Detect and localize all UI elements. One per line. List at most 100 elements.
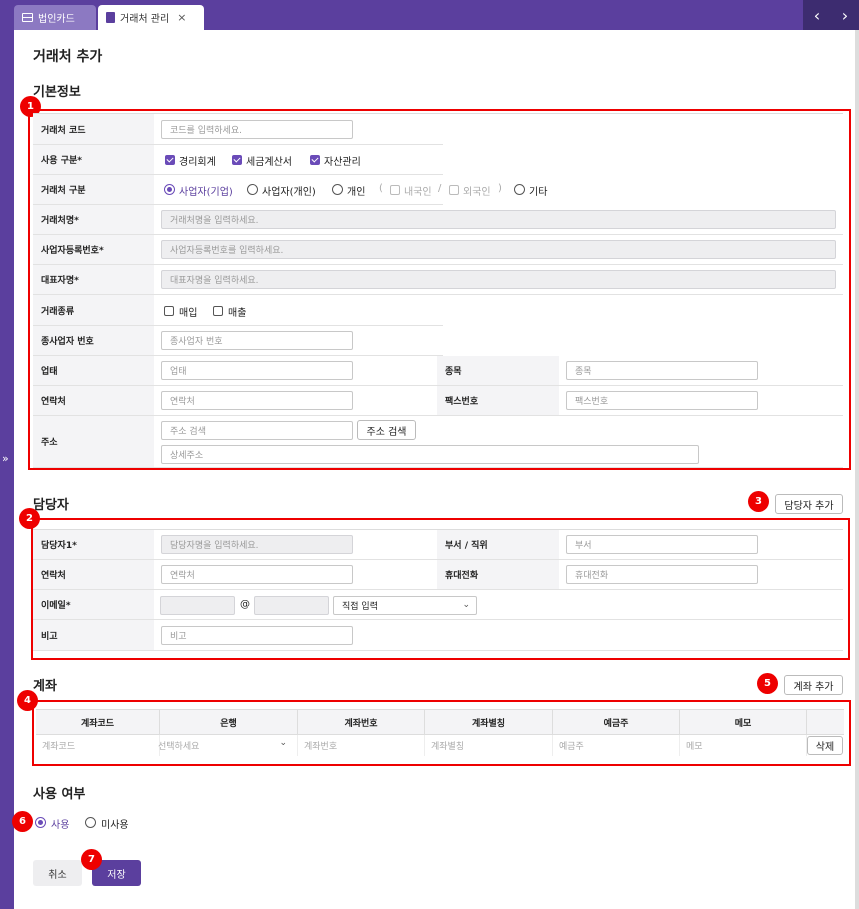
form-row-biztype: 업태 업태 종목 종목	[33, 356, 843, 386]
address-search-input[interactable]: 주소 검색	[161, 421, 353, 440]
type-individual-biz-radio[interactable]	[247, 184, 258, 195]
expand-sidebar-icon[interactable]: »	[2, 452, 9, 465]
account-memo-input[interactable]: 메모	[680, 735, 807, 756]
account-header-bank: 은행	[160, 710, 298, 735]
section-title-account: 계좌	[33, 679, 57, 694]
manager-name-label: 담당자1*	[33, 530, 154, 559]
manager-name-input[interactable]: 담당자명을 입력하세요.	[161, 535, 353, 554]
address-label: 주소	[33, 416, 154, 467]
account-alias-input[interactable]: 계좌별칭	[425, 735, 553, 756]
step-badge-5: 5	[757, 673, 778, 694]
manager-form: 담당자1* 담당자명을 입력하세요. 부서 / 직위 부서 연락처 연락처 휴대…	[33, 529, 843, 651]
account-header-code: 계좌코드	[36, 710, 160, 735]
form-row-subbiz: 종사업자 번호 종사업자 번호	[33, 326, 443, 356]
account-holder-input[interactable]: 예금주	[553, 735, 680, 756]
chevron-right-icon: ›	[841, 5, 849, 25]
type-foreign-checkbox[interactable]	[449, 185, 459, 195]
type-option-label: 내국인	[404, 187, 432, 198]
form-row-trade: 거래종류 매입 매출	[33, 295, 443, 326]
fax-input[interactable]: 팩스번호	[566, 391, 758, 410]
type-option-label: 사업자(기업)	[179, 187, 233, 198]
address-detail-input[interactable]: 상세주소	[161, 445, 699, 464]
form-row-manager-name: 담당자1* 담당자명을 입력하세요. 부서 / 직위 부서	[33, 530, 843, 560]
form-row-code: 거래처 코드 코드를 입력하세요.	[33, 114, 443, 145]
bank-select[interactable]: 선택하세요 ⌄	[158, 735, 298, 756]
bizno-input[interactable]: 사업자등록번호를 입력하세요.	[161, 240, 836, 259]
trade-purchase-checkbox[interactable]	[164, 306, 174, 316]
section-title-basic: 기본정보	[33, 85, 81, 100]
step-badge-2: 2	[19, 508, 40, 529]
usage-active-radio[interactable]	[35, 817, 46, 828]
address-search-button[interactable]: 주소 검색	[357, 420, 416, 440]
account-header-number: 계좌번호	[298, 710, 425, 735]
contact-input[interactable]: 연락처	[161, 391, 353, 410]
account-code-input[interactable]: 계좌코드	[36, 735, 160, 756]
vendor-name-input[interactable]: 거래처명을 입력하세요.	[161, 210, 836, 229]
type-person-radio[interactable]	[332, 184, 343, 195]
usage-accounting-checkbox[interactable]	[165, 155, 175, 165]
email-domain-select[interactable]: 직접 입력 ⌄	[333, 596, 477, 615]
tab-scroll-left-button[interactable]: ‹	[803, 0, 831, 30]
trade-option-label: 매출	[228, 308, 247, 319]
contact-label: 연락처	[33, 386, 154, 415]
subbiz-label: 종사업자 번호	[33, 326, 154, 355]
basic-info-form: 거래처 코드 코드를 입력하세요. 사용 구분* 경리회계 세금계산서 자산관리…	[33, 113, 843, 468]
document-icon	[106, 12, 115, 23]
form-row-address: 주소 주소 검색 주소 검색 상세주소	[33, 416, 843, 468]
close-icon[interactable]: ×	[177, 11, 186, 24]
note-input[interactable]: 비고	[161, 626, 353, 645]
trade-sales-checkbox[interactable]	[213, 306, 223, 316]
tab-scroll-right-button[interactable]: ›	[831, 0, 859, 30]
delete-account-button[interactable]: 삭제	[807, 736, 843, 755]
type-label: 거래처 구분	[33, 175, 154, 204]
scrollbar[interactable]	[855, 30, 859, 909]
form-row-note: 비고 비고	[33, 620, 843, 651]
account-number-input[interactable]: 계좌번호	[298, 735, 425, 756]
ceo-label: 대표자명*	[33, 265, 154, 294]
dept-input[interactable]: 부서	[566, 535, 758, 554]
usage-inactive-label: 미사용	[101, 820, 129, 831]
usage-asset-checkbox[interactable]	[310, 155, 320, 165]
subbiz-input[interactable]: 종사업자 번호	[161, 331, 353, 350]
account-header-alias: 계좌별칭	[425, 710, 553, 735]
type-paren-close: )	[498, 183, 502, 194]
email-local-input[interactable]	[160, 596, 235, 615]
manager-contact-input[interactable]: 연락처	[161, 565, 353, 584]
item-label: 종목	[437, 356, 559, 385]
step-badge-4: 4	[17, 690, 38, 711]
step-badge-6: 6	[12, 811, 33, 832]
email-domain-input[interactable]	[254, 596, 329, 615]
item-input[interactable]: 종목	[566, 361, 758, 380]
usage-inactive-radio[interactable]	[85, 817, 96, 828]
usage-label: 사용 구분*	[33, 145, 154, 174]
email-label: 이메일*	[33, 590, 154, 619]
mobile-input[interactable]: 휴대전화	[566, 565, 758, 584]
tab-vendor-management[interactable]: 거래처 관리 ×	[98, 5, 204, 30]
step-badge-3: 3	[748, 491, 769, 512]
tab-bar: 법인카드 거래처 관리 × ‹ ›	[0, 0, 859, 30]
cancel-button[interactable]: 취소	[33, 860, 82, 886]
note-label: 비고	[33, 620, 154, 650]
account-header-memo: 메모	[680, 710, 807, 735]
code-input[interactable]: 코드를 입력하세요.	[161, 120, 353, 139]
page-title: 거래처 추가	[33, 49, 103, 65]
add-account-button[interactable]: 계좌 추가	[784, 675, 843, 695]
ceo-input[interactable]: 대표자명을 입력하세요.	[161, 270, 836, 289]
type-paren-open: (	[379, 183, 383, 194]
usage-option-label: 경리회계	[179, 157, 216, 168]
tab-corporate-card[interactable]: 법인카드	[14, 5, 96, 30]
usage-tax-invoice-checkbox[interactable]	[232, 155, 242, 165]
add-manager-button[interactable]: 담당자 추가	[775, 494, 843, 514]
biztype-input[interactable]: 업태	[161, 361, 353, 380]
chevron-left-icon: ‹	[813, 5, 821, 25]
type-option-label: 기타	[529, 187, 548, 198]
type-domestic-checkbox[interactable]	[390, 185, 400, 195]
type-paren-slash: /	[438, 183, 442, 194]
type-corporate-radio[interactable]	[164, 184, 175, 195]
type-other-radio[interactable]	[514, 184, 525, 195]
mobile-label: 휴대전화	[437, 560, 559, 589]
email-domain-select-value: 직접 입력	[342, 602, 378, 612]
sidebar-collapsed: »	[0, 30, 14, 909]
biztype-label: 업태	[33, 356, 154, 385]
form-row-usage: 사용 구분* 경리회계 세금계산서 자산관리	[33, 145, 443, 175]
